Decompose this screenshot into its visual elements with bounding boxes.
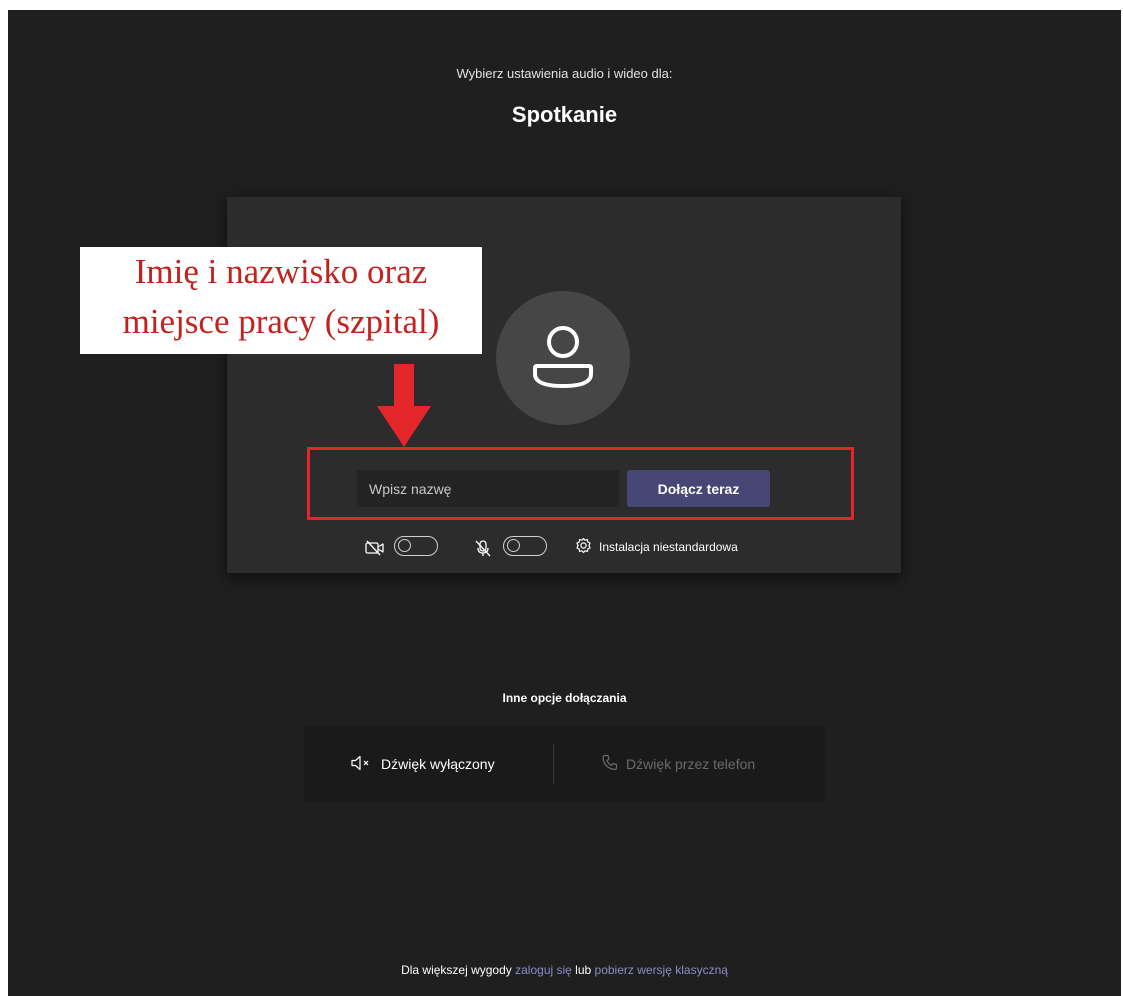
phone-audio-option[interactable]: Dźwięk przez telefon [602, 752, 755, 776]
custom-setup-button[interactable]: Instalacja niestandardowa [575, 536, 738, 558]
avatar [496, 291, 630, 425]
microphone-toggle-knob [507, 539, 520, 552]
custom-setup-label: Instalacja niestandardowa [599, 540, 738, 554]
camera-off-icon [365, 540, 385, 561]
phone-audio-label: Dźwięk przez telefon [626, 756, 756, 772]
gear-icon [575, 537, 599, 557]
person-icon [533, 326, 593, 388]
camera-toggle[interactable] [394, 536, 438, 556]
annotation-line-2: miejsce pracy (szpital) [122, 302, 440, 341]
meeting-title: Spotkanie [511, 102, 618, 127]
sign-in-link[interactable]: zaloguj się [515, 963, 572, 977]
options-divider [553, 744, 554, 784]
prejoin-subtitle: Wybierz ustawienia audio i wideo dla: [456, 66, 673, 81]
annotation-label: Imię i nazwisko oraz miejsce pracy (szpi… [80, 247, 482, 354]
download-classic-link[interactable]: pobierz wersję klasyczną [595, 963, 728, 977]
footer-text-before: Dla większej wygody [401, 963, 512, 977]
annotation-line-1: Imię i nazwisko oraz [134, 252, 428, 291]
audio-off-label: Dźwięk wyłączony [381, 756, 495, 772]
footer: Dla większej wygody zaloguj się lub pobi… [8, 963, 1121, 977]
mic-off-icon [475, 540, 491, 562]
footer-text-middle: lub [575, 963, 592, 977]
other-join-options-panel: Dźwięk wyłączony Dźwięk przez telefon [304, 726, 826, 802]
phone-icon [602, 754, 626, 774]
name-field-highlight-box [307, 447, 854, 520]
arrow-down-icon [377, 364, 431, 452]
camera-toggle-knob [398, 539, 411, 552]
other-join-options-title: Inne opcje dołączania [502, 691, 627, 705]
speaker-muted-icon [351, 755, 381, 774]
audio-off-option[interactable]: Dźwięk wyłączony [351, 752, 495, 776]
microphone-toggle[interactable] [503, 536, 547, 556]
teams-prejoin-screen: Wybierz ustawienia audio i wideo dla: Sp… [8, 10, 1121, 996]
